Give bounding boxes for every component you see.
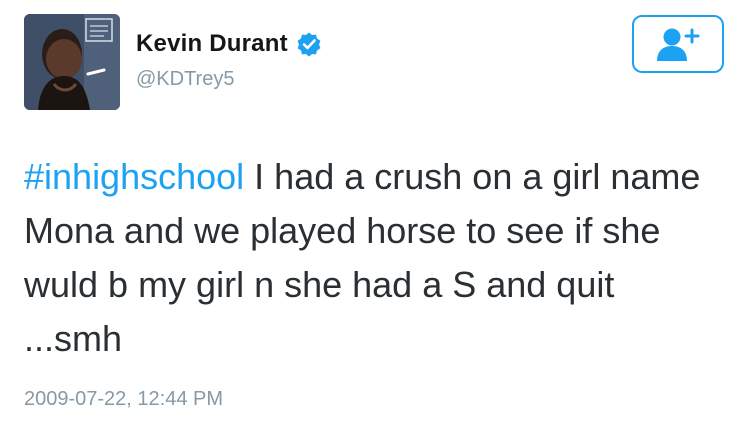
verified-badge-icon — [296, 31, 322, 57]
profile-photo-icon — [24, 14, 120, 110]
add-user-icon — [657, 28, 700, 61]
tweet-timestamp[interactable]: 2009-07-22, 12:44 PM — [24, 388, 223, 411]
tweet-card: Kevin Durant @KDTrey5 #inhighschool I ha… — [0, 0, 733, 440]
hashtag-link[interactable]: #inhighschool — [24, 156, 244, 197]
user-handle[interactable]: @KDTrey5 — [136, 68, 234, 91]
follow-button[interactable] — [632, 15, 724, 73]
name-row: Kevin Durant — [136, 30, 322, 58]
tweet-text: #inhighschool I had a crush on a girl na… — [24, 150, 714, 366]
display-name[interactable]: Kevin Durant — [136, 30, 288, 58]
avatar[interactable] — [24, 14, 120, 110]
